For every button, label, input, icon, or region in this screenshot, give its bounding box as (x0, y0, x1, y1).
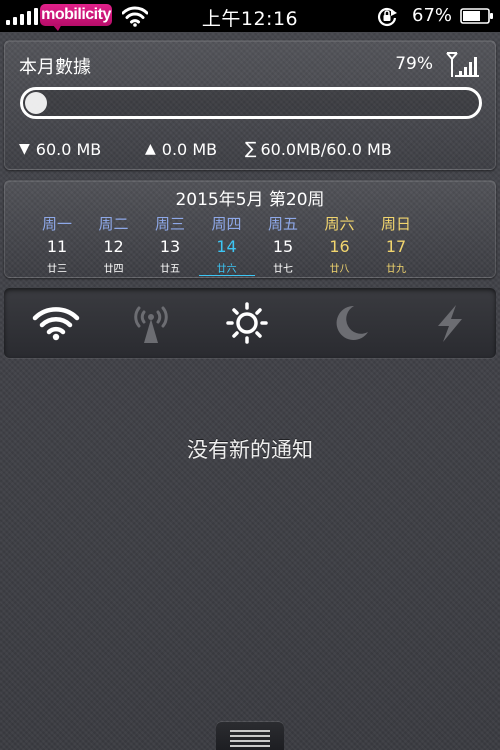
calendar-date: 15 (272, 237, 294, 256)
download-stat: ▼ 60.0 MB (19, 139, 145, 159)
calendar-lunar-date: 廿七 (273, 264, 293, 275)
calendar-date: 17 (385, 237, 407, 256)
calendar-date: 13 (159, 237, 181, 256)
data-usage-progress-bar (20, 87, 482, 119)
download-arrow-icon: ▼ (19, 141, 30, 157)
battery-icon (460, 8, 493, 24)
download-amount: 60.0 MB (35, 139, 102, 159)
data-usage-widget[interactable]: 本月數據 79% ▼ 60.0 MB ▲ 0.0 MB ∑ 60.0MB/60.… (4, 40, 496, 170)
calendar-lunar-date: 廿六 (198, 260, 255, 276)
calendar-title: 2015年5月 第20周 (175, 190, 325, 210)
calendar-weekday: 周五 (267, 215, 298, 233)
calendar-date: 12 (103, 237, 124, 256)
notification-center-handle[interactable] (216, 722, 284, 750)
status-bar: mobilicity 上午12:16 67% (0, 0, 500, 32)
calendar-lunar-date: 廿五 (160, 264, 180, 275)
calendar-widget[interactable]: 2015年5月 第20周 周一 11 廿三 周二 12 廿四 周三 13 廿五 周四 14 廿六 周五 1… (4, 180, 496, 278)
moon-icon[interactable] (326, 302, 376, 344)
calendar-today-date: 14 (216, 237, 237, 256)
calendar-weekday: 周二 (98, 215, 129, 233)
calendar-weekday: 周四 (211, 215, 242, 233)
brightness-sun-icon[interactable] (222, 302, 272, 344)
calendar-date: 16 (329, 237, 350, 256)
rotation-lock-icon (377, 7, 397, 27)
data-usage-percent: 79% (395, 54, 433, 74)
total-amount: 60.0MB/60.0 MB (260, 139, 392, 159)
calendar-weekday: 周六 (324, 215, 355, 233)
quick-toggles-bar (4, 288, 496, 358)
calendar-weekday: 周三 (154, 215, 185, 233)
total-stat: ∑ 60.0MB/60.0 MB (245, 139, 392, 159)
calendar-lunar-date: 廿四 (103, 264, 124, 275)
calendar-weekday: 周一 (41, 215, 72, 233)
lightning-icon[interactable] (425, 302, 475, 344)
data-usage-stats: ▼ 60.0 MB ▲ 0.0 MB ∑ 60.0MB/60.0 MB (19, 139, 392, 159)
no-notifications-message: 没有新的通知 (187, 438, 313, 462)
upload-amount: 0.0 MB (161, 139, 218, 159)
calendar-lunar-date: 廿三 (47, 264, 67, 275)
calendar-date: 11 (46, 237, 68, 256)
battery-percent: 67% (412, 5, 453, 26)
data-usage-title: 本月數據 (19, 57, 91, 78)
data-usage-progress-fill (25, 92, 47, 114)
upload-stat: ▲ 0.0 MB (145, 139, 245, 159)
wifi-icon[interactable] (31, 302, 81, 344)
calendar-lunar-date: 廿八 (329, 264, 350, 275)
cellular-tower-icon[interactable] (126, 302, 176, 344)
sum-icon: ∑ (245, 139, 257, 159)
cellular-signal-icon (446, 52, 479, 77)
calendar-weekday: 周日 (380, 215, 411, 233)
upload-arrow-icon: ▲ (145, 141, 156, 157)
calendar-lunar-date: 廿九 (386, 264, 406, 275)
